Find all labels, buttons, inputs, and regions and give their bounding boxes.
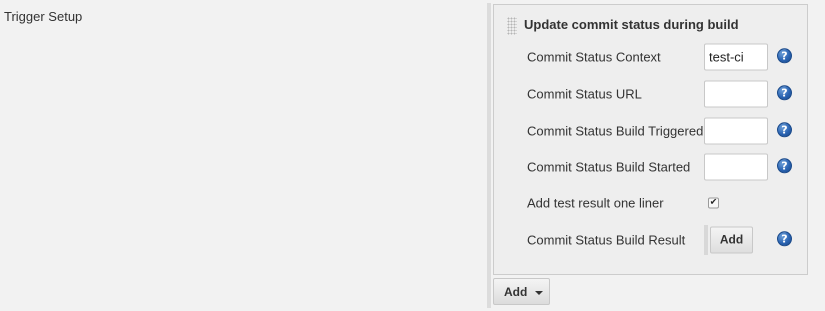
panel-title: Update commit status during build	[524, 17, 739, 32]
commit-status-build-started-input[interactable]	[704, 153, 768, 181]
build-result-rail	[704, 225, 708, 255]
add-button-label: Add	[504, 284, 528, 299]
field-label: Commit Status Build Triggered	[527, 123, 704, 139]
form-row-test-result: Add test result one liner ✔	[494, 186, 809, 220]
section-label: Trigger Setup	[4, 9, 83, 24]
field-label: Commit Status Build Started	[527, 159, 691, 175]
drag-handle-icon[interactable]	[507, 17, 517, 35]
field-label: Commit Status Context	[527, 49, 661, 65]
commit-status-build-triggered-input[interactable]	[704, 117, 768, 145]
commit-status-context-input[interactable]	[704, 43, 768, 71]
chevron-down-icon	[535, 291, 543, 295]
trigger-setup-page: Trigger Setup Update commit status durin…	[0, 0, 825, 311]
add-dropdown-button[interactable]: Add	[493, 278, 550, 305]
help-icon[interactable]: ?	[777, 122, 792, 138]
form-row-url: Commit Status URL ?	[494, 77, 809, 111]
commit-status-panel: Update commit status during build Commit…	[493, 4, 808, 275]
field-label: Commit Status URL	[527, 86, 642, 102]
help-icon[interactable]: ?	[777, 231, 792, 247]
test-result-one-liner-checkbox[interactable]: ✔	[708, 197, 719, 209]
help-icon[interactable]: ?	[777, 158, 792, 174]
form-row-build-started: Commit Status Build Started ?	[494, 150, 809, 184]
field-label: Commit Status Build Result	[527, 232, 686, 248]
form-row-build-result: Commit Status Build Result Add ?	[494, 223, 809, 257]
section-rail	[487, 3, 491, 308]
field-label: Add test result one liner	[527, 195, 664, 211]
form-row-build-triggered: Commit Status Build Triggered ?	[494, 114, 809, 148]
help-icon[interactable]: ?	[777, 85, 792, 101]
form-row-context: Commit Status Context ?	[494, 40, 809, 74]
commit-status-url-input[interactable]	[704, 80, 768, 108]
help-icon[interactable]: ?	[777, 48, 792, 64]
build-result-add-button[interactable]: Add	[710, 226, 753, 254]
